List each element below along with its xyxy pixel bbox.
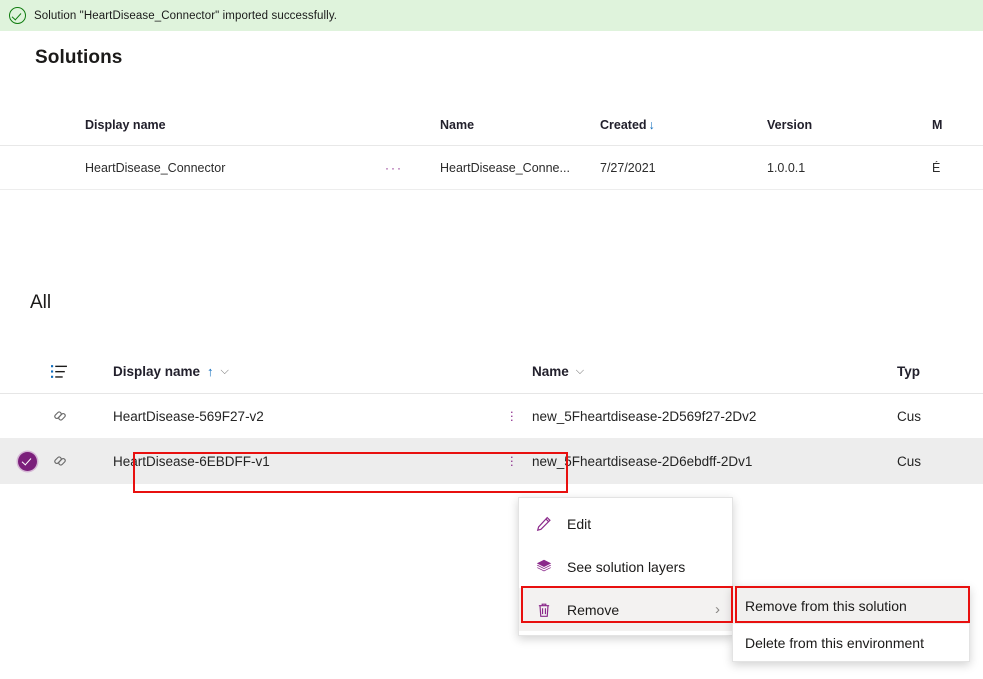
cell-all-name: new_5Fheartdisease-2D6ebdff-2Dv1 (532, 453, 753, 469)
menu-item-see-solution-layers-label: See solution layers (567, 558, 686, 575)
cell-all-display-name[interactable]: HeartDisease-569F27-v2 · · · (92, 405, 532, 426)
column-header-created-label: Created (600, 118, 647, 132)
menu-item-remove[interactable]: Remove › (519, 588, 732, 631)
column-header-all-display-name-label: Display name (113, 363, 201, 379)
solutions-table-header: Display name Name Created ↓ Version M (0, 105, 983, 146)
table-row[interactable]: HeartDisease-6EBDFF-v1 · · · new_5Fheartdi… (0, 439, 983, 484)
row-overflow-menu-icon[interactable]: ··· (510, 450, 514, 471)
column-header-display-name[interactable]: Display name (0, 118, 385, 132)
menu-item-see-solution-layers[interactable]: See solution layers (519, 545, 732, 588)
submenu-item-remove-from-this-solution[interactable]: Remove from this solution (733, 587, 969, 624)
chevron-right-icon: › (715, 601, 720, 618)
submenu-item-delete-from-this-environment[interactable]: Delete from this environment (733, 624, 969, 661)
cell-all-type: Cus (897, 408, 922, 424)
app-root: Solution "HeartDisease_Connector" import… (0, 0, 983, 679)
cell-all-display-name-text: HeartDisease-6EBDFF-v1 (113, 453, 270, 469)
row-overflow-menu-icon[interactable]: ··· (510, 405, 514, 426)
all-table-header: Display name ↑ ⌵ Name ⌵ Typ (0, 349, 983, 394)
chevron-down-icon[interactable]: ⌵ (576, 365, 584, 378)
row-overflow-menu-icon[interactable]: ··· (385, 161, 440, 175)
layers-icon (536, 559, 552, 571)
menu-item-edit[interactable]: Edit (519, 502, 732, 545)
row-select-checkbox[interactable] (0, 451, 38, 471)
connector-icon-glyph (54, 456, 66, 466)
menu-item-remove-label: Remove (567, 601, 620, 618)
all-components-table: Display name ↑ ⌵ Name ⌵ Typ HeartDisease… (0, 349, 983, 484)
cell-all-display-name[interactable]: HeartDisease-6EBDFF-v1 · · · (92, 450, 532, 471)
table-row[interactable]: HeartDisease_Connector ··· HeartDisease_… (0, 146, 983, 190)
check-circle-icon (9, 7, 26, 24)
connector-icon-glyph (54, 411, 66, 421)
menu-item-edit-label: Edit (567, 515, 592, 532)
chevron-down-icon[interactable]: ⌵ (221, 365, 229, 378)
cell-version: 1.0.0.1 (767, 160, 806, 175)
column-header-name[interactable]: Name (440, 118, 600, 132)
sort-descending-icon: ↓ (648, 118, 655, 132)
success-banner: Solution "HeartDisease_Connector" import… (0, 0, 983, 31)
context-menu: Edit See solution layers Remove › (518, 497, 733, 636)
connector-icon (38, 408, 92, 424)
column-header-all-name-label: Name (532, 363, 569, 379)
list-sort-icon-glyph (51, 364, 67, 378)
cell-name: HeartDisease_Conne... (440, 160, 570, 175)
table-row[interactable]: HeartDisease-569F27-v2 · · · new_5Fheartdi… (0, 394, 983, 439)
pencil-icon (536, 516, 551, 531)
remove-submenu: Remove from this solution Delete from th… (732, 586, 970, 662)
section-title-all: All (30, 292, 52, 313)
sort-ascending-icon: ↑ (207, 363, 214, 379)
cell-display-name[interactable]: HeartDisease_Connector (0, 161, 385, 175)
column-header-created[interactable]: Created ↓ (600, 118, 767, 132)
trash-icon (538, 603, 550, 617)
column-header-version[interactable]: Version (767, 118, 932, 132)
cell-all-name: new_5Fheartdisease-2D569f27-2Dv2 (532, 408, 757, 424)
success-banner-message: Solution "HeartDisease_Connector" import… (34, 9, 338, 22)
page-title: Solutions (35, 47, 123, 68)
cell-created: 7/27/2021 (600, 160, 656, 175)
cell-all-display-name-text: HeartDisease-569F27-v2 (113, 408, 264, 424)
list-sort-icon[interactable] (38, 363, 92, 380)
connector-icon (38, 453, 92, 469)
column-header-all-display-name[interactable]: Display name ↑ ⌵ (92, 364, 532, 379)
column-header-all-type[interactable]: Typ (897, 364, 983, 379)
cell-all-type: Cus (897, 453, 922, 469)
column-header-all-name[interactable]: Name ⌵ (532, 364, 897, 379)
row-selected-check-icon (18, 451, 37, 471)
solutions-table: Display name Name Created ↓ Version M Hea… (0, 105, 983, 190)
column-header-managed[interactable]: M (932, 118, 983, 132)
cell-managed: É (932, 160, 941, 175)
